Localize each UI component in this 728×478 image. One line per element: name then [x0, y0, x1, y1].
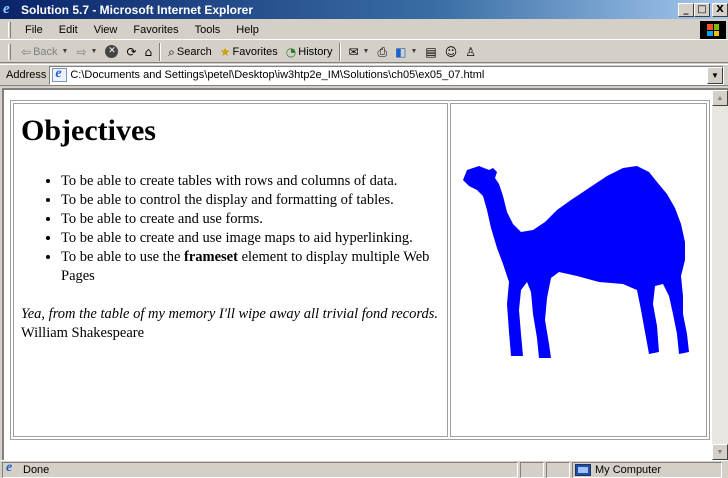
- standard-toolbar: ⇦ Back ▼ ⇨ ▼ ✕ ⟳ ⌂ ⌕ Search ★ Favorites …: [0, 41, 728, 63]
- address-value[interactable]: C:\Documents and Settings\petel\Desktop\…: [70, 69, 484, 81]
- address-dropdown-button[interactable]: ▼: [707, 66, 723, 84]
- stop-button[interactable]: ✕: [101, 45, 122, 58]
- zone-pane: My Computer: [572, 461, 722, 478]
- menu-view[interactable]: View: [86, 24, 126, 36]
- content-table: Objectives To be able to create tables w…: [10, 100, 710, 440]
- page-icon: e: [52, 67, 68, 82]
- back-dropdown-icon[interactable]: ▼: [62, 48, 69, 55]
- address-bar: Address e C:\Documents and Settings\pete…: [0, 64, 728, 86]
- status-text-pane: e Done: [2, 460, 518, 478]
- image-cell: [449, 103, 707, 437]
- messenger-icon: ☺: [444, 44, 458, 59]
- list-item: To be able to create and use forms.: [61, 210, 441, 229]
- home-button[interactable]: ⌂: [141, 46, 157, 58]
- refresh-button[interactable]: ⟳: [122, 46, 140, 58]
- forward-arrow-icon: ⇨: [76, 44, 87, 59]
- back-label: Back: [33, 45, 58, 58]
- page-heading: Objectives: [21, 114, 156, 147]
- messenger-button[interactable]: ☺: [441, 46, 462, 58]
- favorites-button[interactable]: ★ Favorites: [216, 46, 282, 58]
- mail-button[interactable]: ✉ ▼: [344, 46, 373, 58]
- mail-icon: ✉: [348, 44, 359, 59]
- minimize-button[interactable]: _: [678, 2, 694, 17]
- address-label: Address: [6, 69, 47, 81]
- title-bar: e Solution 5.7 - Microsoft Internet Expl…: [0, 0, 728, 19]
- scroll-up-button[interactable]: ▲: [712, 90, 728, 106]
- research-icon: ♙: [465, 44, 476, 59]
- my-computer-icon: [575, 463, 591, 476]
- forward-button[interactable]: ⇨ ▼: [72, 46, 101, 58]
- discuss-button[interactable]: ▤: [421, 46, 440, 58]
- status-pane-progress: [520, 461, 544, 478]
- address-input[interactable]: e C:\Documents and Settings\petel\Deskto…: [49, 65, 724, 85]
- list-item: To be able to create and use image maps …: [61, 229, 441, 248]
- research-button[interactable]: ♙: [461, 46, 480, 58]
- menubar-grip[interactable]: [8, 21, 11, 38]
- status-bar: e Done My Computer: [0, 460, 728, 478]
- quote-author: William Shakespeare: [21, 325, 145, 341]
- history-label: History: [298, 45, 333, 58]
- back-button[interactable]: ⇦ Back ▼: [17, 46, 72, 58]
- favorites-icon: ★: [219, 44, 231, 59]
- search-icon: ⌕: [168, 44, 175, 59]
- scroll-down-button[interactable]: ▼: [712, 444, 728, 460]
- forward-dropdown-icon[interactable]: ▼: [91, 48, 98, 55]
- vertical-scrollbar[interactable]: ▲ ▼: [712, 90, 728, 460]
- menu-tools[interactable]: Tools: [187, 24, 229, 36]
- print-icon: ⎙: [377, 44, 388, 59]
- edit-dropdown-icon[interactable]: ▼: [410, 48, 417, 55]
- ie-app-icon[interactable]: e: [3, 1, 17, 17]
- close-button[interactable]: X: [712, 2, 728, 17]
- page-done-icon: e: [6, 460, 13, 475]
- camel-image: [462, 166, 689, 358]
- discuss-icon: ▤: [425, 44, 437, 59]
- objectives-list: To be able to create tables with rows an…: [61, 172, 441, 286]
- menu-file[interactable]: File: [17, 24, 51, 36]
- list-item: To be able to control the display and fo…: [61, 191, 441, 210]
- menu-favorites[interactable]: Favorites: [125, 24, 186, 36]
- status-text: Done: [23, 463, 50, 476]
- edit-icon: ◧: [395, 44, 407, 59]
- mail-dropdown-icon[interactable]: ▼: [363, 48, 370, 55]
- print-button[interactable]: ⎙: [373, 46, 391, 58]
- maximize-button[interactable]: □: [694, 2, 710, 17]
- search-label: Search: [176, 45, 212, 58]
- window-title: Solution 5.7 - Microsoft Internet Explor…: [21, 2, 254, 17]
- history-icon: ◔: [285, 44, 297, 59]
- zone-text: My Computer: [595, 463, 662, 476]
- history-button[interactable]: ◔ History: [282, 46, 337, 58]
- toolbar-grip[interactable]: [8, 43, 11, 60]
- objective-text-before: To be able to use the: [61, 249, 185, 265]
- status-pane-security: [546, 461, 570, 478]
- objectives-cell: Objectives To be able to create tables w…: [13, 103, 448, 437]
- list-item: To be able to use the frameset element t…: [61, 248, 441, 286]
- back-arrow-icon: ⇦: [21, 44, 32, 59]
- favorites-label: Favorites: [232, 45, 278, 58]
- stop-icon: ✕: [105, 45, 119, 58]
- search-button[interactable]: ⌕ Search: [164, 46, 216, 58]
- toolbar-separator-2: [339, 42, 342, 61]
- menu-help[interactable]: Help: [228, 24, 267, 36]
- frameset-keyword: frameset: [184, 249, 238, 265]
- refresh-icon: ⟳: [126, 44, 137, 59]
- toolbar-separator: [159, 42, 162, 61]
- home-icon: ⌂: [144, 44, 153, 59]
- quote-text: Yea, from the table of my memory I'll wi…: [21, 306, 438, 322]
- menu-edit[interactable]: Edit: [51, 24, 86, 36]
- list-item: To be able to create tables with rows an…: [61, 172, 441, 191]
- menu-bar: File Edit View Favorites Tools Help: [0, 20, 728, 40]
- edit-button[interactable]: ◧ ▼: [391, 46, 421, 58]
- windows-logo-icon: [700, 21, 726, 39]
- page-viewport: Objectives To be able to create tables w…: [2, 88, 728, 460]
